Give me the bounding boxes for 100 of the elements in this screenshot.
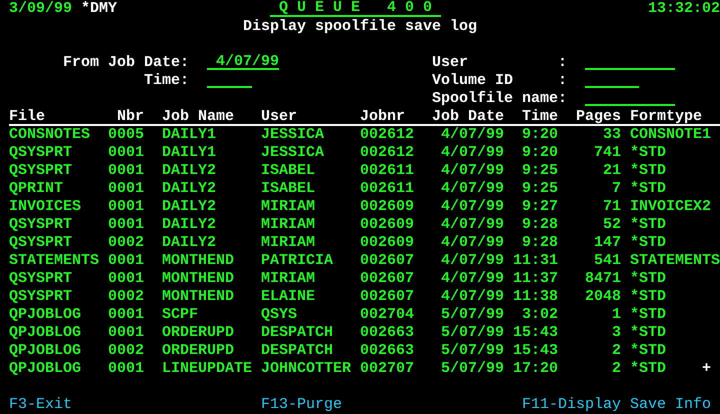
- table-cell: 002611: [360, 162, 414, 180]
- table-cell: *STD: [630, 216, 666, 234]
- table-cell: DAILY2: [162, 180, 216, 198]
- table-cell: 15:43: [512, 324, 558, 342]
- table-cell: 15:43: [512, 342, 558, 360]
- column-header: Time: [522, 108, 558, 126]
- table-cell: INVOICEX2: [630, 198, 712, 216]
- table-cell: QPJOBLOG: [9, 306, 82, 324]
- table-cell: *STD: [630, 306, 666, 324]
- field-label: From Job Date:: [63, 54, 190, 72]
- table-cell: 002707: [360, 360, 414, 378]
- table-cell: ISABEL: [261, 180, 316, 198]
- table-cell: 002607: [360, 288, 414, 306]
- table-cell: 0001: [108, 162, 144, 180]
- column-header: Jobnr: [360, 108, 406, 126]
- table-cell: 4/07/99: [440, 198, 504, 216]
- table-cell: 4/07/99: [440, 288, 504, 306]
- table-cell: 002607: [360, 252, 414, 270]
- function-key-hint: F3-Exit: [9, 396, 72, 414]
- table-cell: 0001: [108, 270, 144, 288]
- table-cell: LINEUPDATE: [162, 360, 252, 378]
- table-cell: MIRIAM: [261, 198, 316, 216]
- table-cell: 0001: [108, 324, 144, 342]
- system-date: 3/09/99: [9, 0, 72, 18]
- table-cell: ORDERUPD: [162, 342, 234, 360]
- table-cell: CONSNOTES: [9, 126, 90, 144]
- table-cell: 147: [594, 234, 621, 252]
- table-cell: PATRICIA: [261, 252, 334, 270]
- table-cell: DESPATCH: [261, 342, 334, 360]
- table-cell: 5/07/99: [440, 324, 504, 342]
- table-cell: MONTHEND: [162, 270, 234, 288]
- field-label: Time:: [144, 72, 189, 90]
- column-header: Nbr: [116, 108, 144, 126]
- table-cell: 9:27: [522, 198, 558, 216]
- system-time: 13:32:02: [648, 0, 720, 18]
- table-cell: 4/07/99: [440, 126, 504, 144]
- table-cell: 002609: [360, 234, 414, 252]
- function-key-hint: F13-Purge: [261, 396, 342, 414]
- colon-separator: :: [558, 54, 568, 72]
- table-cell: *STD: [630, 144, 666, 162]
- table-cell: INVOICES: [9, 198, 82, 216]
- table-cell: 11:37: [512, 270, 558, 288]
- table-cell: JESSICA: [261, 144, 324, 162]
- table-cell: 002663: [360, 342, 414, 360]
- table-cell: *STD: [630, 180, 666, 198]
- table-cell: *STD: [630, 270, 666, 288]
- table-cell: QSYS: [261, 306, 298, 324]
- column-header: File: [9, 108, 46, 126]
- table-cell: ORDERUPD: [162, 324, 234, 342]
- table-cell: 33: [602, 126, 621, 144]
- table-cell: QSYSPRT: [9, 144, 72, 162]
- table-cell: 002663: [360, 324, 414, 342]
- function-key-hint: F11-Display Save Info: [522, 396, 712, 414]
- table-cell: *STD: [630, 234, 666, 252]
- table-cell: QSYSPRT: [9, 162, 72, 180]
- table-cell: QSYSPRT: [9, 288, 72, 306]
- table-cell: *STD: [630, 288, 666, 306]
- input-field[interactable]: 4/07/99: [207, 54, 279, 70]
- table-cell: 3:02: [522, 306, 558, 324]
- table-cell: 11:38: [512, 288, 558, 306]
- field-label: User: [432, 54, 468, 72]
- column-header: Pages: [576, 108, 621, 126]
- table-cell: DAILY1: [162, 144, 216, 162]
- table-cell: 7: [612, 180, 621, 198]
- table-cell: 0001: [108, 306, 144, 324]
- table-cell: DESPATCH: [261, 324, 334, 342]
- table-cell: *STD: [630, 342, 666, 360]
- table-cell: CONSNOTE1: [630, 126, 712, 144]
- table-cell: 0001: [108, 198, 144, 216]
- table-cell: 8471: [584, 270, 621, 288]
- table-cell: 4/07/99: [440, 180, 504, 198]
- table-cell: 0001: [108, 216, 144, 234]
- table-cell: QPJOBLOG: [9, 360, 82, 378]
- colon-separator: :: [558, 90, 568, 108]
- table-cell: 2: [612, 360, 621, 378]
- table-cell: 1: [612, 306, 621, 324]
- colon-separator: :: [558, 72, 568, 90]
- table-cell: QSYSPRT: [9, 216, 72, 234]
- table-cell: 9:25: [522, 180, 558, 198]
- table-cell: 9:20: [522, 126, 558, 144]
- table-cell: DAILY2: [162, 162, 216, 180]
- table-cell: 9:28: [522, 216, 558, 234]
- table-cell: 0002: [108, 288, 144, 306]
- table-cell: 3: [612, 324, 621, 342]
- table-cell: ELAINE: [261, 288, 316, 306]
- table-cell: QPJOBLOG: [9, 342, 82, 360]
- field-label: Volume ID: [432, 72, 514, 90]
- table-cell: 0001: [108, 252, 144, 270]
- table-cell: 4/07/99: [440, 162, 504, 180]
- table-cell: QSYSPRT: [9, 270, 72, 288]
- table-cell: 4/07/99: [440, 252, 504, 270]
- table-cell: MIRIAM: [261, 234, 316, 252]
- table-cell: QPJOBLOG: [9, 324, 82, 342]
- table-cell: 0001: [108, 180, 144, 198]
- table-cell: STATEMENTS: [9, 252, 100, 270]
- table-cell: 9:20: [522, 144, 558, 162]
- table-cell: 4/07/99: [440, 144, 504, 162]
- table-cell: MIRIAM: [261, 216, 316, 234]
- table-cell: JESSICA: [261, 126, 324, 144]
- table-cell: DAILY2: [162, 216, 216, 234]
